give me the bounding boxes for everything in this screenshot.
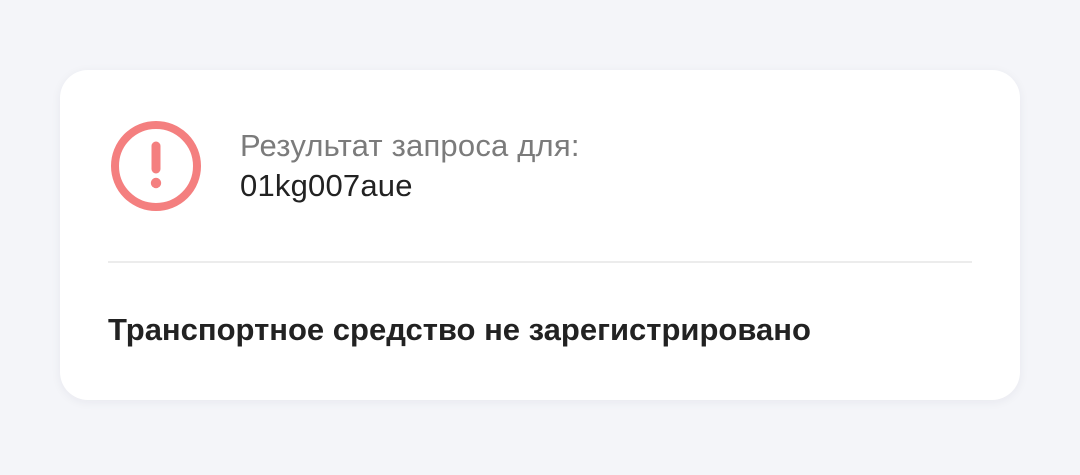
query-label: Результат запроса для: — [240, 128, 580, 163]
exclamation-circle-icon — [111, 121, 201, 211]
query-info: Результат запроса для: 01kg007aue — [240, 126, 580, 206]
query-value: 01kg007aue — [240, 168, 413, 203]
divider — [108, 261, 972, 263]
result-card: Результат запроса для: 01kg007aue Трансп… — [60, 70, 1020, 400]
card-header: Результат запроса для: 01kg007aue — [108, 118, 972, 214]
result-message: Транспортное средство не зарегистрирован… — [108, 312, 811, 347]
